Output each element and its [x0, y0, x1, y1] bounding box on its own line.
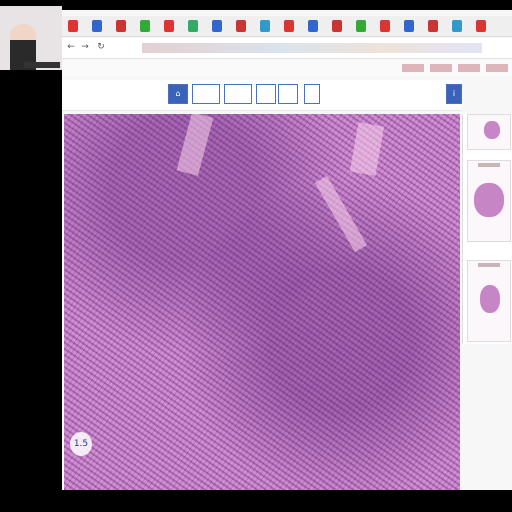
slide-viewport[interactable]: 1.5 — [64, 114, 460, 490]
browser-tab-favicon[interactable] — [380, 20, 390, 32]
thumbnail-tissue — [480, 285, 500, 313]
bookmarks-bar — [62, 60, 512, 76]
browser-tab-favicon[interactable] — [308, 20, 318, 32]
browser-window: ← → ↻ ⌂ i 1.5 — [62, 10, 512, 490]
browser-tab-favicon[interactable] — [92, 20, 102, 32]
browser-tab-favicon[interactable] — [284, 20, 294, 32]
scale-badge: 1.5 — [70, 432, 92, 456]
forward-icon[interactable]: → — [80, 42, 90, 52]
bookmark-item[interactable] — [402, 64, 424, 72]
address-bar: ← → ↻ — [62, 38, 512, 59]
thumbnail-tissue — [484, 121, 500, 139]
slide-thumbnail[interactable] — [467, 160, 511, 242]
thumbnail-panel — [462, 114, 512, 344]
tissue-streak — [314, 175, 368, 253]
thumbnail-label — [478, 263, 500, 267]
slide-thumbnail[interactable] — [467, 260, 511, 342]
viewer-toolbar: ⌂ i — [62, 80, 462, 111]
slide-thumbnail[interactable] — [467, 114, 511, 150]
tool-button[interactable] — [224, 84, 252, 104]
thumbnail-label — [478, 163, 500, 167]
browser-tab-favicon[interactable] — [332, 20, 342, 32]
info-icon[interactable]: i — [446, 84, 462, 104]
bookmark-item[interactable] — [430, 64, 452, 72]
reload-icon[interactable]: ↻ — [96, 42, 106, 52]
url-field[interactable] — [142, 43, 482, 53]
browser-tab-favicon[interactable] — [116, 20, 126, 32]
tissue-streak — [349, 122, 385, 176]
browser-tab-favicon[interactable] — [452, 20, 462, 32]
browser-tab-favicon[interactable] — [428, 20, 438, 32]
tool-button[interactable] — [278, 84, 298, 104]
browser-tab-favicon[interactable] — [164, 20, 174, 32]
browser-tab-favicon[interactable] — [476, 20, 486, 32]
back-icon[interactable]: ← — [66, 42, 76, 52]
browser-tab-favicon[interactable] — [404, 20, 414, 32]
bookmark-item[interactable] — [486, 64, 508, 72]
thumbnail-tissue — [474, 183, 504, 217]
tool-button[interactable] — [256, 84, 276, 104]
tab-bar — [62, 16, 512, 37]
browser-tab-favicon[interactable] — [188, 20, 198, 32]
presenter-webcam — [0, 6, 62, 70]
tool-button[interactable] — [192, 84, 220, 104]
browser-tab-favicon[interactable] — [356, 20, 366, 32]
browser-tab-favicon[interactable] — [140, 20, 150, 32]
webcam-caption-bar — [24, 62, 60, 68]
browser-tab-favicon[interactable] — [260, 20, 270, 32]
browser-tab-favicon[interactable] — [68, 20, 78, 32]
browser-tab-favicon[interactable] — [236, 20, 246, 32]
browser-tab-favicon[interactable] — [212, 20, 222, 32]
tissue-streak — [176, 114, 214, 176]
home-icon[interactable]: ⌂ — [168, 84, 188, 104]
tool-button[interactable] — [304, 84, 320, 104]
bookmark-item[interactable] — [458, 64, 480, 72]
